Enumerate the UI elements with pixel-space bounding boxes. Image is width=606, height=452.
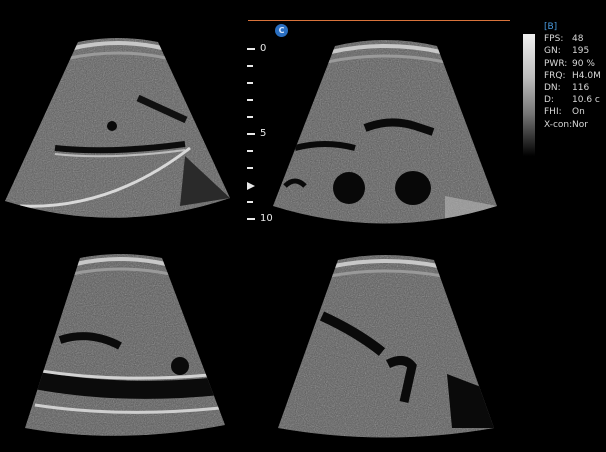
parameter-value: 90 % bbox=[572, 58, 595, 69]
depth-tick bbox=[247, 48, 255, 50]
parameter-row-gain: GN: 195 bbox=[544, 45, 606, 57]
depth-tick bbox=[247, 201, 253, 203]
grayscale-map-bar bbox=[523, 34, 535, 156]
upper-left-scan[interactable] bbox=[0, 36, 235, 236]
focus-marker-icon[interactable] bbox=[247, 182, 255, 190]
parameter-row-frequency: FRQ: H4.0M bbox=[544, 70, 606, 82]
parameter-row-fhi: FHI: On bbox=[544, 106, 606, 118]
parameter-key: D: bbox=[544, 95, 554, 106]
parameter-value: 195 bbox=[572, 46, 590, 57]
parameter-key: FHI: bbox=[544, 107, 562, 118]
orange-reference-line bbox=[248, 20, 510, 21]
depth-tick bbox=[247, 65, 253, 67]
parameter-key: DN: bbox=[544, 83, 561, 94]
lower-right-scan[interactable] bbox=[272, 252, 500, 442]
parameter-value: 116 bbox=[572, 83, 590, 94]
depth-label-10: 10 bbox=[260, 213, 273, 224]
depth-tick bbox=[247, 150, 253, 152]
parameters-title: [B] bbox=[544, 22, 558, 32]
parameter-value: Nor bbox=[572, 119, 588, 130]
parameter-value: 48 bbox=[572, 34, 584, 45]
parameter-value: H4.0M bbox=[572, 70, 601, 81]
parameter-value: 10.6 c bbox=[572, 95, 600, 106]
upper-right-scan[interactable] bbox=[265, 36, 505, 236]
ultrasound-viewport[interactable]: C 0 5 10 [B] FPS: 48 GN: 195 PWR: 90 % FRQ:… bbox=[0, 0, 606, 452]
parameter-row-depth: D: 10.6 c bbox=[544, 94, 606, 106]
active-panel-marker[interactable]: C bbox=[275, 24, 288, 37]
parameter-key: FRQ: bbox=[544, 70, 566, 81]
depth-tick bbox=[247, 99, 253, 101]
parameter-key: X-con: bbox=[544, 119, 573, 130]
parameter-row-power: PWR: 90 % bbox=[544, 58, 606, 70]
parameter-key: PWR: bbox=[544, 58, 568, 69]
depth-tick bbox=[247, 82, 253, 84]
parameter-row-dn: DN: 116 bbox=[544, 82, 606, 94]
parameter-row-xcon: X-con:Nor bbox=[544, 119, 606, 131]
depth-tick bbox=[247, 116, 253, 118]
parameter-row-fps: FPS: 48 bbox=[544, 33, 606, 45]
depth-scale: 0 5 10 bbox=[247, 43, 287, 233]
parameter-value: On bbox=[572, 107, 585, 118]
lower-left-scan[interactable] bbox=[20, 250, 230, 440]
parameter-key: GN: bbox=[544, 46, 561, 57]
imaging-parameters-panel: [B] FPS: 48 GN: 195 PWR: 90 % FRQ: H4.0M DN:… bbox=[544, 21, 606, 131]
depth-tick bbox=[247, 218, 255, 220]
depth-tick bbox=[247, 167, 253, 169]
depth-tick bbox=[247, 133, 255, 135]
depth-label-0: 0 bbox=[260, 43, 267, 54]
parameter-key: FPS: bbox=[544, 34, 564, 45]
depth-label-5: 5 bbox=[260, 128, 267, 139]
